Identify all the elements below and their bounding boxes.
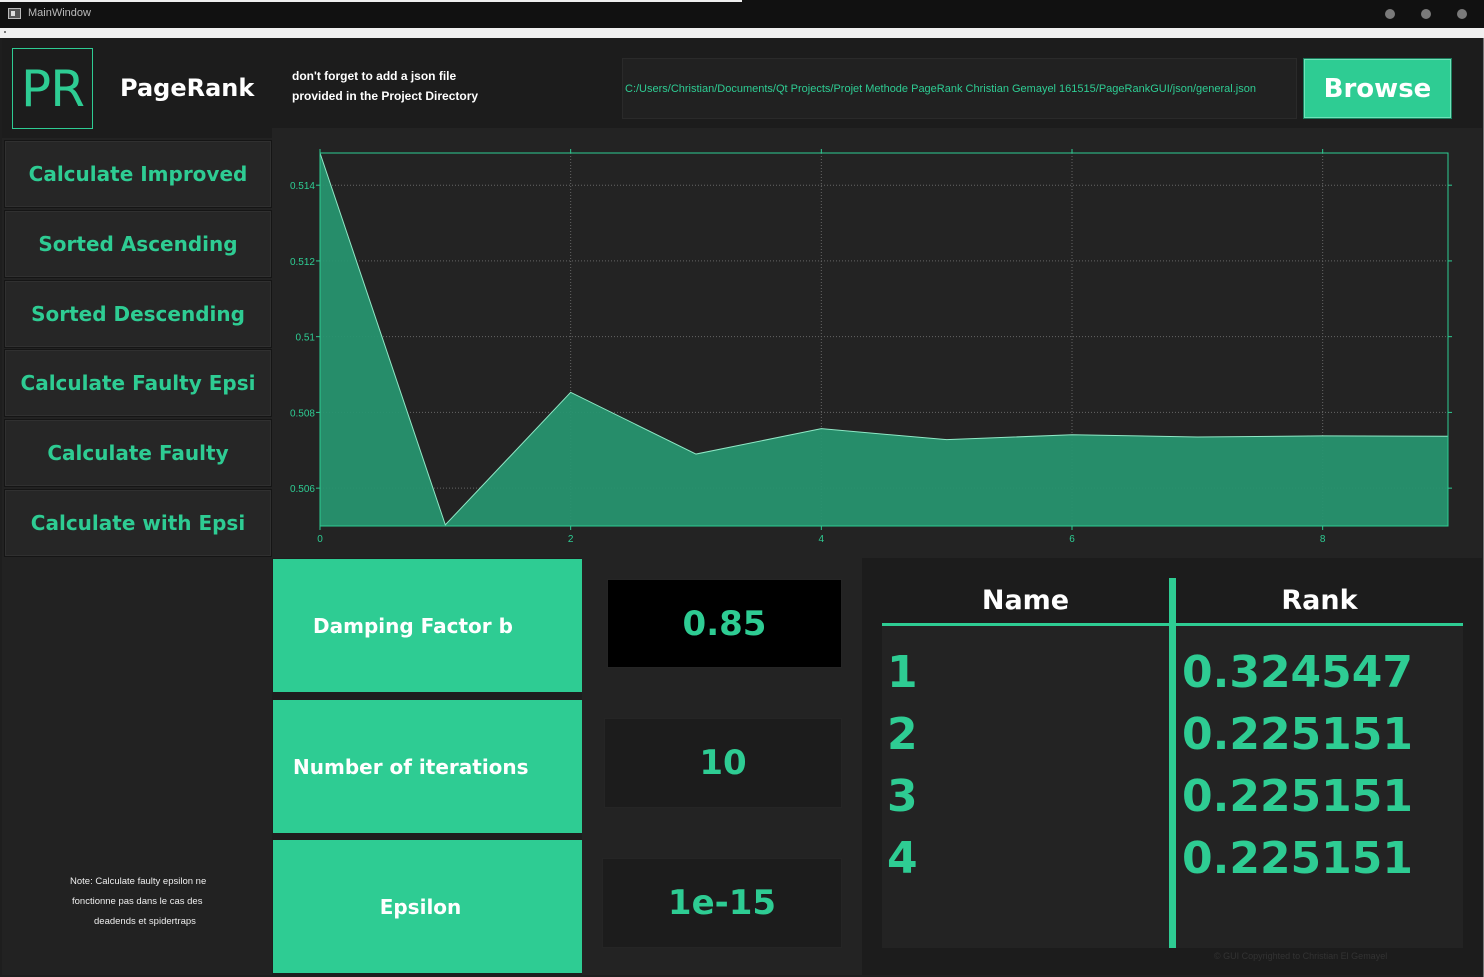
damping-factor-label: Damping Factor b xyxy=(273,559,582,692)
table-cell-rank: 0.324547 xyxy=(1182,647,1414,698)
hint-line: don't forget to add a json file xyxy=(292,69,457,83)
note-line: fonctionne pas dans le cas des xyxy=(72,896,203,907)
iterations-input[interactable]: 10 xyxy=(604,718,842,808)
hint-line: provided in the Project Directory xyxy=(292,89,479,103)
logo: PR xyxy=(12,48,93,129)
sorted-descending-button[interactable]: Sorted Descending xyxy=(4,280,272,348)
y-tick-label: 0.508 xyxy=(290,408,315,419)
maximize-icon[interactable] xyxy=(1421,9,1431,19)
y-tick-label: 0.51 xyxy=(296,333,316,344)
table-cell-name: 3 xyxy=(887,771,918,822)
calculate-faulty-epsi-button[interactable]: Calculate Faulty Epsi xyxy=(4,349,272,417)
calculate-faulty-button[interactable]: Calculate Faulty xyxy=(4,419,272,487)
x-tick-label: 2 xyxy=(568,534,574,545)
data-point xyxy=(820,428,822,430)
close-icon[interactable] xyxy=(1457,9,1467,19)
copyright-text: © GUI Copyrighted to Christian El Gemaye… xyxy=(1214,951,1388,961)
x-tick-label: 0 xyxy=(317,534,323,545)
epsilon-label: Epsilon xyxy=(273,840,582,973)
y-tick-label: 0.506 xyxy=(290,484,315,495)
browse-button[interactable]: Browse xyxy=(1303,58,1452,119)
table-cell-name: 1 xyxy=(887,647,918,698)
data-point xyxy=(1196,436,1198,438)
window-icon xyxy=(8,8,21,19)
json-path-field[interactable]: C:/Users/Christian/Documents/Qt Projects… xyxy=(622,58,1297,119)
note-line: Note: Calculate faulty epsilon ne xyxy=(70,876,207,887)
window-title: MainWindow xyxy=(28,7,91,19)
damping-factor-input[interactable]: 0.85 xyxy=(607,579,842,668)
epsilon-input[interactable]: 1e-15 xyxy=(602,858,842,948)
x-tick-label: 6 xyxy=(1069,534,1075,545)
data-point xyxy=(946,439,948,441)
data-point xyxy=(1071,434,1073,436)
results-panel: Name Rank 1 0.324547 2 0.225151 3 0.2251… xyxy=(862,558,1482,975)
x-tick-label: 4 xyxy=(819,534,825,545)
chart-svg: 0 2 4 6 8 0.506 0.508 0.51 0.512 0.514 xyxy=(290,149,1452,545)
title-bar: MainWindow xyxy=(0,0,1484,28)
column-separator xyxy=(1169,578,1176,948)
sidebar: PR PageRank Calculate Improved Sorted As… xyxy=(2,38,272,975)
iterations-label: Number of iterations xyxy=(273,700,582,833)
rank-column-header[interactable]: Rank xyxy=(1176,578,1463,626)
title-bar-highlight xyxy=(0,0,742,2)
sorted-ascending-button[interactable]: Sorted Ascending xyxy=(4,210,272,278)
results-table: Name Rank 1 0.324547 2 0.225151 3 0.2251… xyxy=(882,578,1463,948)
table-cell-name: 4 xyxy=(887,833,918,884)
app-name: PageRank xyxy=(120,74,255,102)
menu-bar xyxy=(0,28,1484,38)
logo-area: PR PageRank xyxy=(2,38,272,138)
y-tick-label: 0.512 xyxy=(290,257,315,268)
data-point xyxy=(695,453,697,455)
calculate-with-epsi-button[interactable]: Calculate with Epsi xyxy=(4,489,272,557)
name-column-header[interactable]: Name xyxy=(882,578,1169,626)
y-tick-label: 0.514 xyxy=(290,181,315,192)
table-cell-rank: 0.225151 xyxy=(1182,833,1414,884)
table-cell-rank: 0.225151 xyxy=(1182,709,1414,760)
calculate-improved-button[interactable]: Calculate Improved xyxy=(4,140,272,208)
note-line: deadends et spidertraps xyxy=(94,916,196,927)
table-cell-rank: 0.225151 xyxy=(1182,771,1414,822)
table-cell-name: 2 xyxy=(887,709,918,760)
json-hint: don't forget to add a json file provided… xyxy=(292,66,478,106)
minimize-icon[interactable] xyxy=(1385,9,1395,19)
data-point xyxy=(570,391,572,393)
x-tick-label: 8 xyxy=(1320,534,1326,545)
header: don't forget to add a json file provided… xyxy=(272,38,1482,128)
area-series xyxy=(320,153,1448,526)
rank-chart: 0 2 4 6 8 0.506 0.508 0.51 0.512 0.514 xyxy=(272,128,1482,558)
menu-bar-marker xyxy=(4,31,6,33)
data-point xyxy=(1322,435,1324,437)
note-text: Note: Calculate faulty epsilon ne foncti… xyxy=(62,872,262,932)
